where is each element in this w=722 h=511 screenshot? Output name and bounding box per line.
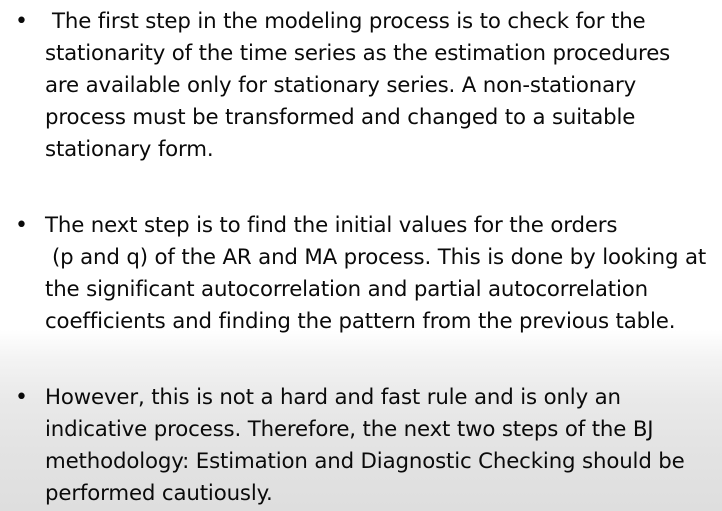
text-line: stationarity of the time series as the e… bbox=[45, 41, 671, 66]
text-line: stationary form. bbox=[45, 137, 214, 162]
text-line: the significant autocorrelation and part… bbox=[45, 277, 648, 302]
bullet-dot: • bbox=[15, 213, 28, 238]
text-line: coefficients and finding the pattern fro… bbox=[45, 309, 676, 334]
bullet-dot: • bbox=[15, 385, 28, 410]
text-line: methodology: Estimation and Diagnostic C… bbox=[45, 449, 685, 474]
text-line: (p and q) of the AR and MA process. This… bbox=[52, 245, 707, 270]
text-line: The next step is to find the initial val… bbox=[45, 213, 618, 238]
text-line: are available only for stationary series… bbox=[45, 73, 637, 98]
text-line: indicative process. Therefore, the next … bbox=[45, 417, 654, 442]
bullet-dot: • bbox=[15, 9, 28, 34]
bullet-text: The next step is to find the initial val… bbox=[45, 210, 722, 338]
text-line: performed cautiously. bbox=[45, 481, 273, 506]
text-line: process must be transformed and changed … bbox=[45, 105, 636, 130]
bullet-text: However, this is not a hard and fast rul… bbox=[45, 382, 722, 510]
text-line: The first step in the modeling process i… bbox=[52, 9, 646, 34]
text-line: However, this is not a hard and fast rul… bbox=[45, 385, 621, 410]
bullet-text: The first step in the modeling process i… bbox=[45, 6, 722, 166]
slide-content: • The first step in the modeling process… bbox=[0, 0, 722, 511]
